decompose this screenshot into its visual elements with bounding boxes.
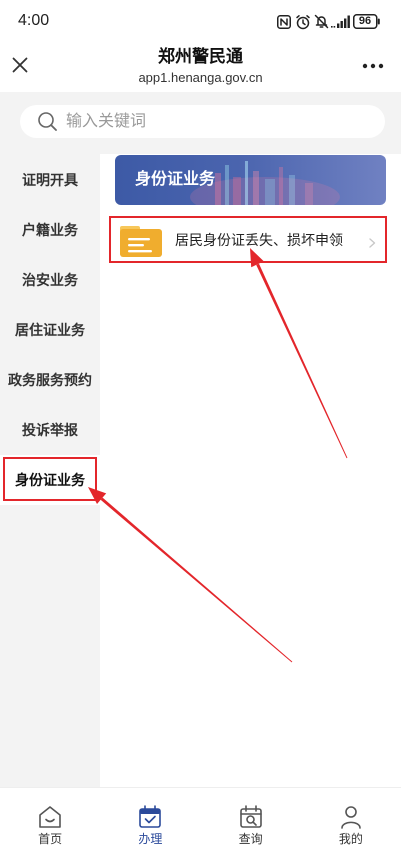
document-icon [120, 226, 162, 262]
alarm-icon [295, 14, 311, 30]
annotation-arrow-to-sidebar-item [88, 487, 293, 663]
status-time: 4:00 [18, 12, 50, 29]
tab-label: 首页 [38, 832, 63, 846]
sidebar-item-label: 身份证业务 [15, 472, 85, 488]
search-icon [37, 111, 58, 137]
category-banner: 身份证业务 [115, 155, 386, 205]
mute-icon [314, 14, 329, 29]
signal-icon [331, 15, 351, 28]
nfc-icon [277, 15, 291, 29]
sidebar-item-residence-permit[interactable]: 居住证业务 [0, 305, 100, 355]
sidebar-item-label: 政务服务预约 [8, 372, 92, 388]
battery-level: 96 [358, 15, 372, 27]
sidebar-item-label: 治安业务 [22, 272, 78, 288]
search-bar[interactable] [20, 105, 385, 138]
bottom-tab-bar: 首页 办理 查询 我的 [0, 787, 401, 866]
sidebar-item-label: 证明开具 [22, 172, 78, 188]
page-url: app1.henanga.gov.cn [138, 70, 263, 85]
tab-home[interactable]: 首页 [0, 788, 100, 866]
sidebar-item-id-card[interactable]: 身份证业务 [0, 455, 100, 505]
tab-query[interactable]: 查询 [201, 788, 301, 866]
status-bar: 4:00 96 [0, 0, 401, 42]
user-icon [341, 806, 361, 829]
sidebar-item-household[interactable]: 户籍业务 [0, 205, 100, 255]
page-title: 郑州警民通 [158, 47, 243, 66]
tab-label: 我的 [338, 832, 363, 846]
banner-title: 身份证业务 [135, 171, 216, 188]
calendar-search-icon [239, 805, 262, 828]
sidebar-item-public-security[interactable]: 治安业务 [0, 255, 100, 305]
search-input[interactable] [66, 105, 371, 138]
sidebar-item-complaint[interactable]: 投诉举报 [0, 405, 100, 455]
sidebar-item-label: 居住证业务 [15, 322, 85, 338]
tab-label: 办理 [138, 832, 163, 846]
tab-handle[interactable]: 办理 [100, 788, 200, 866]
chevron-right-icon [369, 235, 376, 253]
sidebar-item-label: 投诉举报 [22, 422, 78, 438]
service-item-label: 居民身份证丢失、损坏申领 [175, 232, 343, 248]
annotation-arrow-to-service-item [250, 248, 348, 459]
sidebar-item-label: 户籍业务 [22, 222, 78, 238]
sidebar-item-appointment[interactable]: 政务服务预约 [0, 355, 100, 405]
more-icon[interactable] [362, 63, 384, 69]
tab-mine[interactable]: 我的 [301, 788, 401, 866]
category-sidebar: 证明开具 户籍业务 治安业务 居住证业务 政务服务预约 投诉举报 身份证业务 [0, 154, 100, 787]
service-item-id-card-replacement[interactable]: 居民身份证丢失、损坏申领 [110, 218, 386, 262]
calendar-check-icon [139, 805, 162, 828]
tab-label: 查询 [238, 832, 263, 846]
sidebar-item-certificate[interactable]: 证明开具 [0, 155, 100, 205]
home-icon [39, 806, 61, 828]
